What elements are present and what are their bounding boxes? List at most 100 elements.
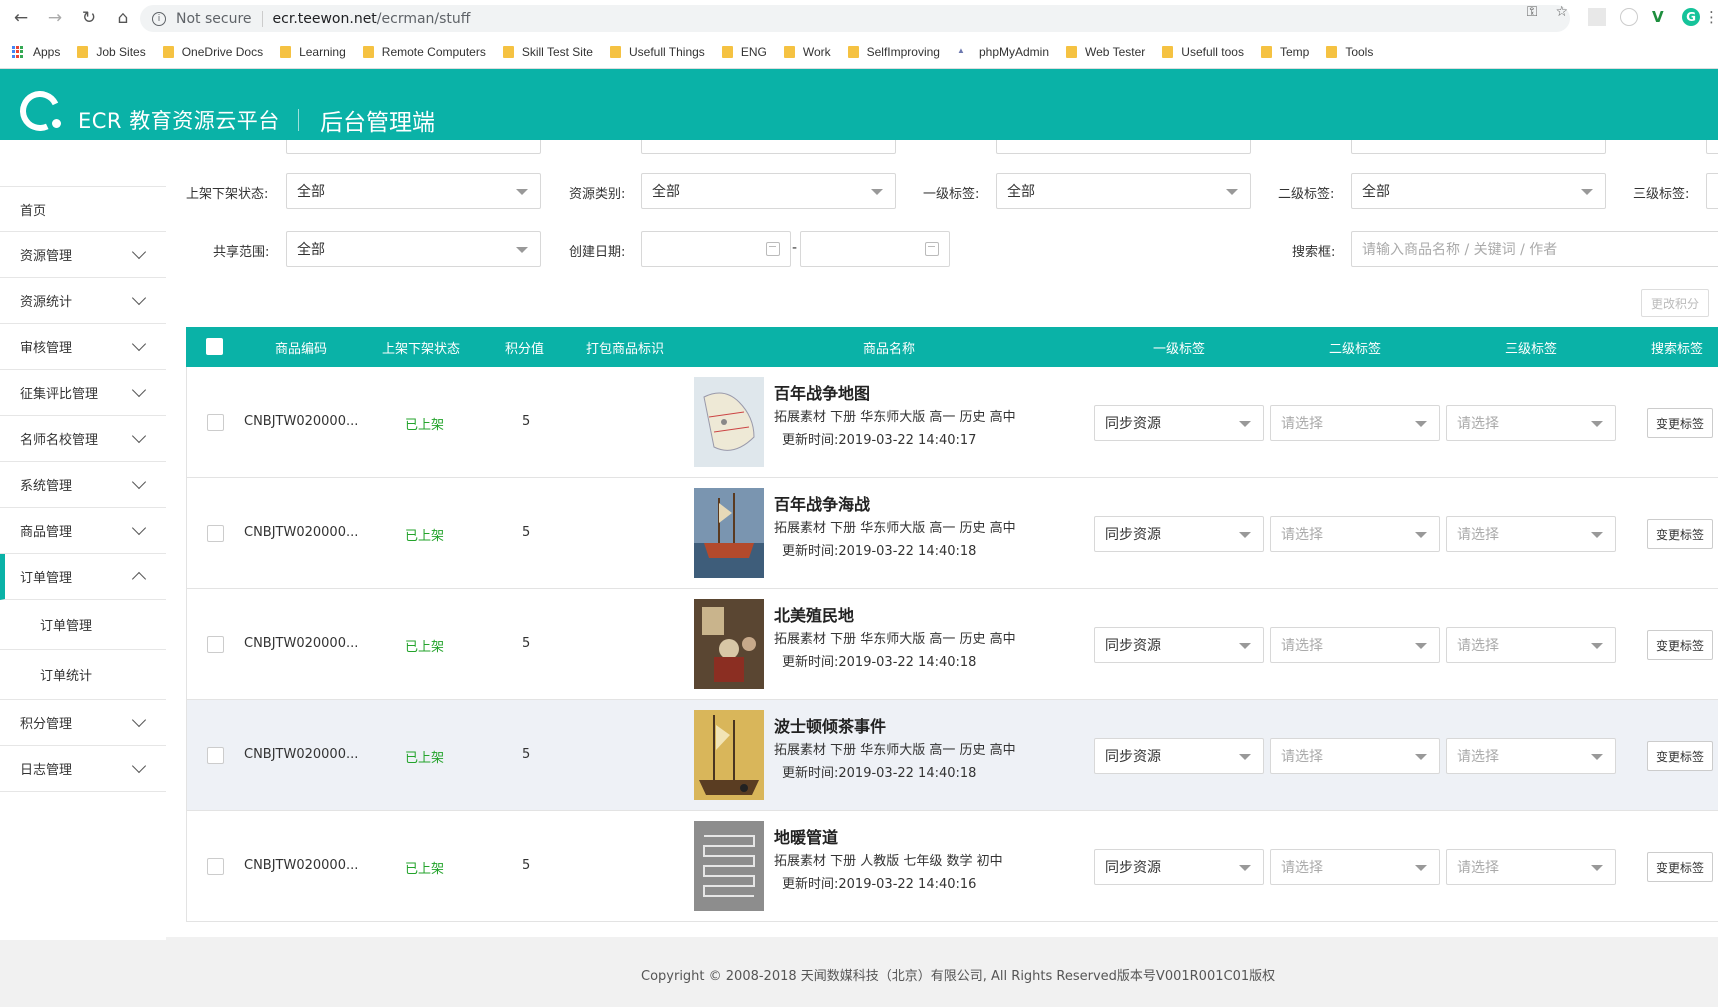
tag3-select[interactable]: 请选择	[1446, 405, 1616, 441]
bookmark-folder[interactable]: OneDrive Docs	[162, 45, 263, 59]
bookmark-folder[interactable]: Job Sites	[77, 45, 146, 59]
end-date-input[interactable]	[800, 231, 950, 267]
url-path: /ecrman/stuff	[376, 10, 471, 27]
product-thumbnail-map[interactable]	[694, 377, 764, 467]
reload-icon[interactable]: ↻	[76, 5, 102, 31]
sidebar-item-logs[interactable]: 日志管理	[0, 746, 166, 792]
tag2-select[interactable]: 请选择	[1270, 738, 1440, 774]
sidebar-item-review[interactable]: 审核管理	[0, 324, 166, 370]
product-thumbnail-naval-battle[interactable]	[694, 488, 764, 578]
back-icon[interactable]: ←	[8, 5, 34, 31]
tag2-select[interactable]: 请选择	[1270, 627, 1440, 663]
vue-extension-icon[interactable]: V	[1652, 8, 1670, 26]
bookmark-folder[interactable]: Tools	[1326, 45, 1373, 59]
level1-tag-select[interactable]: 全部	[996, 173, 1251, 209]
share-scope-select[interactable]: 全部	[286, 231, 541, 267]
info-icon[interactable]: i	[152, 11, 166, 26]
product-title[interactable]: 北美殖民地	[774, 602, 854, 626]
tag3-select[interactable]: 请选择	[1446, 849, 1616, 885]
sidebar-subitem-order-stats[interactable]: 订单统计	[0, 650, 166, 700]
select-value: 全部	[1362, 184, 1390, 200]
row-checkbox[interactable]	[207, 414, 224, 431]
key-icon[interactable]: ⚿	[1527, 4, 1538, 20]
grammarly-icon[interactable]: G	[1682, 8, 1700, 26]
start-date-input[interactable]	[641, 231, 791, 267]
product-title[interactable]: 波士顿倾茶事件	[774, 713, 886, 737]
tag1-select[interactable]: 同步资源	[1094, 627, 1264, 663]
level2-tag-select[interactable]: 全部	[1351, 173, 1606, 209]
row-checkbox[interactable]	[207, 636, 224, 653]
filter-select-clipped[interactable]	[286, 140, 541, 154]
sidebar-subitem-order-management[interactable]: 订单管理	[0, 600, 166, 650]
tag3-select[interactable]: 请选择	[1446, 627, 1616, 663]
star-icon[interactable]: ☆	[1555, 4, 1568, 20]
product-title[interactable]: 地暖管道	[774, 824, 838, 848]
tag3-select[interactable]: 请选择	[1446, 516, 1616, 552]
resource-type-select[interactable]: 全部	[641, 173, 896, 209]
forward-icon[interactable]: →	[42, 5, 68, 31]
sidebar-item-resource-management[interactable]: 资源管理	[0, 232, 166, 278]
level3-tag-select[interactable]	[1706, 173, 1718, 209]
shelf-status-select[interactable]: 全部	[286, 173, 541, 209]
bookmark-folder[interactable]: Work	[783, 45, 831, 59]
bookmark-folder[interactable]: Web Tester	[1066, 45, 1145, 59]
change-tag-button[interactable]: 变更标签	[1647, 741, 1713, 771]
search-input[interactable]: 请输入商品名称 / 关键词 / 作者	[1351, 231, 1718, 267]
change-points-button[interactable]: 更改积分	[1641, 289, 1709, 317]
extension-icon[interactable]	[1620, 8, 1638, 26]
tag3-select[interactable]: 请选择	[1446, 738, 1616, 774]
tag1-select[interactable]: 同步资源	[1094, 405, 1264, 441]
sidebar-item-famous-teachers[interactable]: 名师名校管理	[0, 416, 166, 462]
status-text: 已上架	[405, 640, 445, 655]
bookmark-folder[interactable]: SelfImproving	[847, 45, 940, 59]
sidebar-item-label: 积分管理	[20, 717, 73, 732]
bookmark-folder[interactable]: Remote Computers	[362, 45, 486, 59]
tag2-select[interactable]: 请选择	[1270, 405, 1440, 441]
row-checkbox[interactable]	[207, 858, 224, 875]
product-thumbnail-colonies[interactable]	[694, 599, 764, 689]
product-title[interactable]: 百年战争地图	[774, 380, 870, 404]
product-thumbnail-floor-heating[interactable]	[694, 821, 764, 911]
tag2-select[interactable]: 请选择	[1270, 516, 1440, 552]
tag1-select[interactable]: 同步资源	[1094, 738, 1264, 774]
filter-select-clipped[interactable]	[996, 140, 1251, 154]
tag2-select[interactable]: 请选择	[1270, 849, 1440, 885]
select-all-checkbox[interactable]	[206, 338, 223, 355]
filter-select-clipped[interactable]	[1351, 140, 1606, 154]
address-bar[interactable]: i Not secure ecr.teewon.net/ecrman/stuff	[140, 5, 1570, 32]
row-checkbox[interactable]	[207, 525, 224, 542]
home-icon[interactable]: ⌂	[110, 5, 136, 31]
chevron-down-icon	[131, 520, 147, 536]
sidebar-item-home[interactable]: 首页	[0, 186, 166, 232]
row-checkbox[interactable]	[207, 747, 224, 764]
tag1-select[interactable]: 同步资源	[1094, 849, 1264, 885]
bookmark-folder[interactable]: Usefull toos	[1162, 45, 1244, 59]
status-text: 已上架	[405, 418, 445, 433]
product-thumbnail-tea-party[interactable]	[694, 710, 764, 800]
sidebar-item-points[interactable]: 积分管理	[0, 700, 166, 746]
filter-select-clipped[interactable]	[641, 140, 896, 154]
bookmark-folder[interactable]: Temp	[1260, 45, 1309, 59]
sidebar-item-resource-stats[interactable]: 资源统计	[0, 278, 166, 324]
product-title[interactable]: 百年战争海战	[774, 491, 870, 515]
bookmark-phpmyadmin[interactable]: ▲ phpMyAdmin	[957, 45, 1049, 59]
bookmark-apps[interactable]: Apps	[12, 45, 60, 59]
bookmark-label: Learning	[299, 45, 346, 59]
bookmark-folder[interactable]: ENG	[721, 45, 767, 59]
sidebar-item-products[interactable]: 商品管理	[0, 508, 166, 554]
tag1-select[interactable]: 同步资源	[1094, 516, 1264, 552]
change-tag-button[interactable]: 变更标签	[1647, 519, 1713, 549]
bookmark-folder[interactable]: Usefull Things	[609, 45, 705, 59]
bookmark-folder[interactable]: Skill Test Site	[502, 45, 593, 59]
filter-select-clipped[interactable]	[1706, 140, 1718, 154]
menu-icon[interactable]: ⋮	[1704, 8, 1718, 26]
extension-icon[interactable]	[1588, 8, 1606, 26]
sidebar-item-orders[interactable]: 订单管理	[0, 554, 166, 600]
bookmark-folder[interactable]: Learning	[280, 45, 346, 59]
change-tag-button[interactable]: 变更标签	[1647, 408, 1713, 438]
bookmark-label: Skill Test Site	[521, 45, 593, 59]
sidebar-item-system[interactable]: 系统管理	[0, 462, 166, 508]
change-tag-button[interactable]: 变更标签	[1647, 852, 1713, 882]
change-tag-button[interactable]: 变更标签	[1647, 630, 1713, 660]
sidebar-item-contest[interactable]: 征集评比管理	[0, 370, 166, 416]
